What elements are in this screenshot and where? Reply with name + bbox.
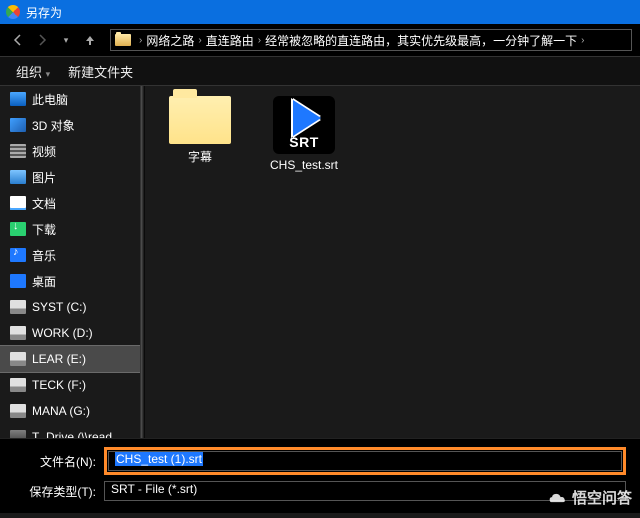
sidebar-item[interactable]: 视频 [0,138,140,164]
sidebar-item[interactable]: 音乐 [0,242,140,268]
file-view[interactable]: 字幕 SRT CHS_test.srt [140,86,640,438]
chevron-right-icon: › [139,35,142,46]
up-button[interactable] [80,30,100,50]
filename-highlight: CHS_test (1).srt [104,447,626,475]
sidebar-item-label: 文档 [32,195,56,212]
sidebar-item-label: 下载 [32,221,56,238]
chevron-right-icon: › [198,35,201,46]
main-area: 此电脑 3D 对象视频图片文档下载音乐桌面 SYST (C:) WORK (D:) LE… [0,86,640,438]
splitter[interactable] [141,86,145,438]
file-item-srt[interactable]: SRT CHS_test.srt [259,96,349,172]
sidebar-item-label: 音乐 [32,247,56,264]
sidebar-item[interactable]: 3D 对象 [0,112,140,138]
sidebar-item[interactable]: T_Drive (\\read [0,424,140,438]
watermark: 悟空问答 [548,487,632,508]
sidebar-item[interactable]: LEAR (E:) [0,346,140,372]
i-music-icon [10,248,26,262]
i-video-icon [10,144,26,158]
i-drive-icon [10,326,26,340]
navigation-bar: ▾ › 网络之路 › 直连路由 › 经常被忽略的直连路由，其实优先级最高，一分钟… [0,24,640,56]
folder-icon [115,34,131,46]
sidebar-item[interactable]: 图片 [0,164,140,190]
sidebar-item[interactable]: 下载 [0,216,140,242]
window-title: 另存为 [26,4,62,21]
sidebar-item[interactable]: 桌面 [0,268,140,294]
back-button[interactable] [8,30,28,50]
srt-icon: SRT [273,96,335,154]
i-drive-icon [10,300,26,314]
chevron-right-icon: › [258,35,261,46]
sidebar-item-label: TECK (F:) [32,378,86,392]
sidebar-item[interactable]: MANA (G:) [0,398,140,424]
sidebar-item-label: 图片 [32,169,56,186]
i-desk-icon [10,274,26,288]
sidebar-item[interactable]: SYST (C:) [0,294,140,320]
sidebar-item[interactable]: WORK (D:) [0,320,140,346]
recent-dropdown[interactable]: ▾ [56,30,76,50]
window-titlebar: 另存为 [0,0,640,24]
save-controls: 文件名(N): CHS_test (1).srt 保存类型(T): SRT - … [0,438,640,513]
sidebar-item[interactable]: TECK (F:) [0,372,140,398]
new-folder-button[interactable]: 新建文件夹 [62,60,139,83]
i-read-icon [10,430,26,438]
i-pc-icon [10,92,26,106]
folder-item[interactable]: 字幕 [155,96,245,165]
folder-icon [169,96,231,144]
sidebar-item-label: WORK (D:) [32,326,93,340]
sidebar-item[interactable]: 此电脑 [0,86,140,112]
sidebar-item-label: SYST (C:) [32,300,86,314]
organize-button[interactable]: 组织 ▾ [10,60,56,83]
toolbar: 组织 ▾ 新建文件夹 [0,56,640,86]
i-doc-icon [10,196,26,210]
folder-label: 字幕 [188,148,212,165]
filetype-label: 保存类型(T): [14,483,104,500]
sidebar-item-label: 桌面 [32,273,56,290]
i-drive-icon [10,378,26,392]
i-pic-icon [10,170,26,184]
filename-label: 文件名(N): [14,453,104,470]
breadcrumb[interactable]: 经常被忽略的直连路由，其实优先级最高，一分钟了解一下 [265,32,577,49]
sidebar-item-label: 3D 对象 [32,117,75,134]
sidebar: 此电脑 3D 对象视频图片文档下载音乐桌面 SYST (C:) WORK (D:) LE… [0,86,140,438]
i-drive-icon [10,404,26,418]
sidebar-item-label: 视频 [32,143,56,160]
filename-input[interactable]: CHS_test (1).srt [108,451,622,471]
sidebar-item-label: 此电脑 [32,91,68,108]
sidebar-item-label: MANA (G:) [32,404,90,418]
i-dl-icon [10,222,26,236]
chrome-icon [6,5,20,19]
address-bar[interactable]: › 网络之路 › 直连路由 › 经常被忽略的直连路由，其实优先级最高，一分钟了解… [110,29,632,51]
i-drive-icon [10,352,26,366]
breadcrumb[interactable]: 直连路由 [206,32,254,49]
forward-button[interactable] [32,30,52,50]
file-label: CHS_test.srt [270,158,338,172]
i-3d-icon [10,118,26,132]
sidebar-item-label: LEAR (E:) [32,352,86,366]
chevron-right-icon: › [581,35,584,46]
sidebar-item-label: T_Drive (\\read [32,430,112,438]
breadcrumb[interactable]: 网络之路 [146,32,194,49]
sidebar-item[interactable]: 文档 [0,190,140,216]
